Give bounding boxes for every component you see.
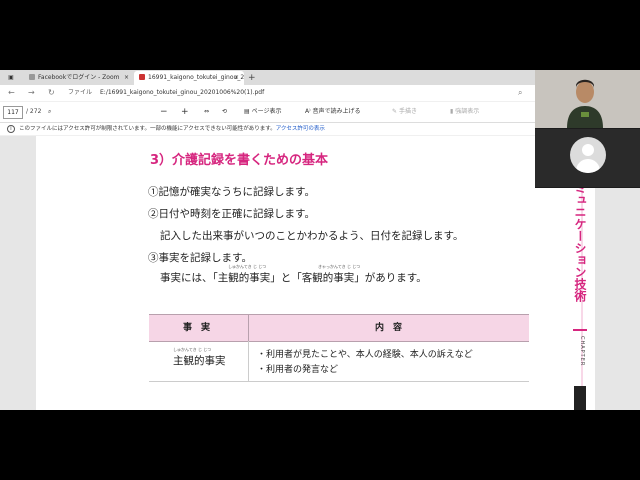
pdf-page: 3）介護記録を書くための基本 ①記憶が確実なうちに記録します。 ②日付や時刻を正… [36, 136, 595, 410]
draw-button[interactable]: ✎ 手描き [392, 102, 417, 122]
row-item: ・利用者の発言など [257, 365, 339, 375]
table-row: しゅかんてき じ じつ 主観的事実 ・利用者が見たことや、本人の経験、本人の訴え… [149, 341, 529, 382]
text-line: 記入した出来事がいつのことかわかるよう、日付を記録します。 [160, 230, 464, 242]
avatar-head [582, 144, 594, 156]
read-aloud-button[interactable]: A⁾ 音声で読み上げる [305, 102, 361, 122]
address-bar: ← → ↻ ファイル E:/16991_kaigono_tokutei_ginou… [0, 85, 535, 101]
page-view-button[interactable]: ▤ ページ表示 [244, 102, 281, 122]
draw-label: 手描き [398, 108, 417, 115]
zoom-in-button[interactable]: + [181, 102, 189, 122]
pdf-icon [139, 74, 145, 80]
refresh-icon[interactable]: ↻ [48, 85, 55, 101]
column-header: 内 容 [375, 323, 403, 333]
url-field[interactable]: ファイル E:/16991_kaigono_tokutei_ginou_20201… [68, 87, 528, 99]
video-panel [535, 70, 640, 188]
read-aloud-icon: A⁾ [305, 108, 313, 115]
back-icon[interactable]: ← [8, 85, 15, 101]
column-header: 事 実 [183, 323, 211, 333]
url-text: E:/16991_kaigono_tokutei_ginou_20201006%… [100, 89, 265, 96]
permission-link[interactable]: アクセス許可の表示 [276, 126, 325, 132]
rotate-icon[interactable]: ⟲ [222, 102, 227, 122]
tab-strip: ▣ Facebookでログイン - Zoom × 16991_kaigono_t… [0, 70, 535, 85]
text-line: ①記憶が確実なうちに記録します。 [148, 186, 315, 198]
close-icon[interactable]: × [234, 71, 239, 85]
avatar-body [576, 159, 600, 173]
participant-video[interactable] [535, 70, 640, 128]
divider [248, 315, 249, 341]
avatar-icon [570, 137, 606, 173]
forward-icon[interactable]: → [28, 85, 35, 101]
text-line: ③事実を記録します。 [148, 252, 252, 264]
zoom-page-icon[interactable]: ⌕ [518, 85, 522, 101]
tab-actions-button[interactable]: ▣ [0, 71, 22, 85]
section-heading: 3）介護記録を書くための基本 [150, 153, 329, 168]
search-icon[interactable]: ⌕ [48, 102, 51, 122]
text-line: 事実には、「主観的事実」と「客観的事実」があります。 [160, 272, 427, 284]
side-title: ミュニケーション技術 [573, 182, 587, 302]
chapter-label: CHAPTER [579, 336, 585, 367]
tab-zoom[interactable]: Facebookでログイン - Zoom × [24, 71, 134, 85]
highlight-button[interactable]: ▮ 強調表示 [450, 102, 479, 122]
zoom-out-button[interactable]: − [160, 102, 168, 122]
table-row-partial [149, 382, 529, 410]
page-number-input[interactable]: 117 [3, 106, 23, 119]
table-header: 事 実 内 容 [149, 314, 529, 342]
permission-notice: i このファイルにはアクセス許可が制限されています。一部の機能にアクセスできない可… [0, 123, 535, 135]
participant-tile[interactable] [535, 129, 640, 187]
page-count: / 272 [26, 108, 42, 115]
browser-window: ▣ Facebookでログイン - Zoom × 16991_kaigono_t… [0, 70, 640, 410]
participant-image [563, 74, 607, 128]
text-line: ②日付や時刻を正確に記録します。 [148, 208, 315, 220]
chapter-marker [574, 386, 586, 410]
read-aloud-label: 音声で読み上げる [312, 108, 361, 115]
file-label: ファイル [68, 89, 93, 96]
info-icon: i [7, 125, 15, 133]
row-item: ・利用者が見たことや、本人の経験、本人の訴えなど [257, 350, 473, 360]
page-view-label: ページ表示 [251, 108, 282, 115]
notice-text: このファイルにはアクセス許可が制限されています。一部の機能にアクセスできない可能… [19, 126, 276, 132]
tab-label: 16991_kaigono_tokutei_ginou_2 [148, 74, 244, 81]
page-icon [29, 74, 35, 80]
close-icon[interactable]: × [124, 71, 129, 85]
divider [248, 341, 249, 381]
page-view-icon: ▤ [244, 108, 252, 115]
fit-page-icon[interactable]: ⇔ [204, 102, 209, 122]
new-tab-button[interactable]: + [248, 71, 256, 85]
highlight-label: 強調表示 [455, 108, 480, 115]
draw-icon: ✎ [392, 108, 399, 115]
tab-label: Facebookでログイン - Zoom [38, 74, 120, 81]
tab-pdf[interactable]: 16991_kaigono_tokutei_ginou_2 × [134, 71, 244, 85]
divider [573, 329, 587, 331]
row-key: 主観的事実 [173, 355, 226, 367]
pdf-toolbar: 117 / 272 ⌕ − + ⇔ ⟲ ▤ ページ表示 A⁾ 音声で読み上げる … [0, 102, 535, 123]
